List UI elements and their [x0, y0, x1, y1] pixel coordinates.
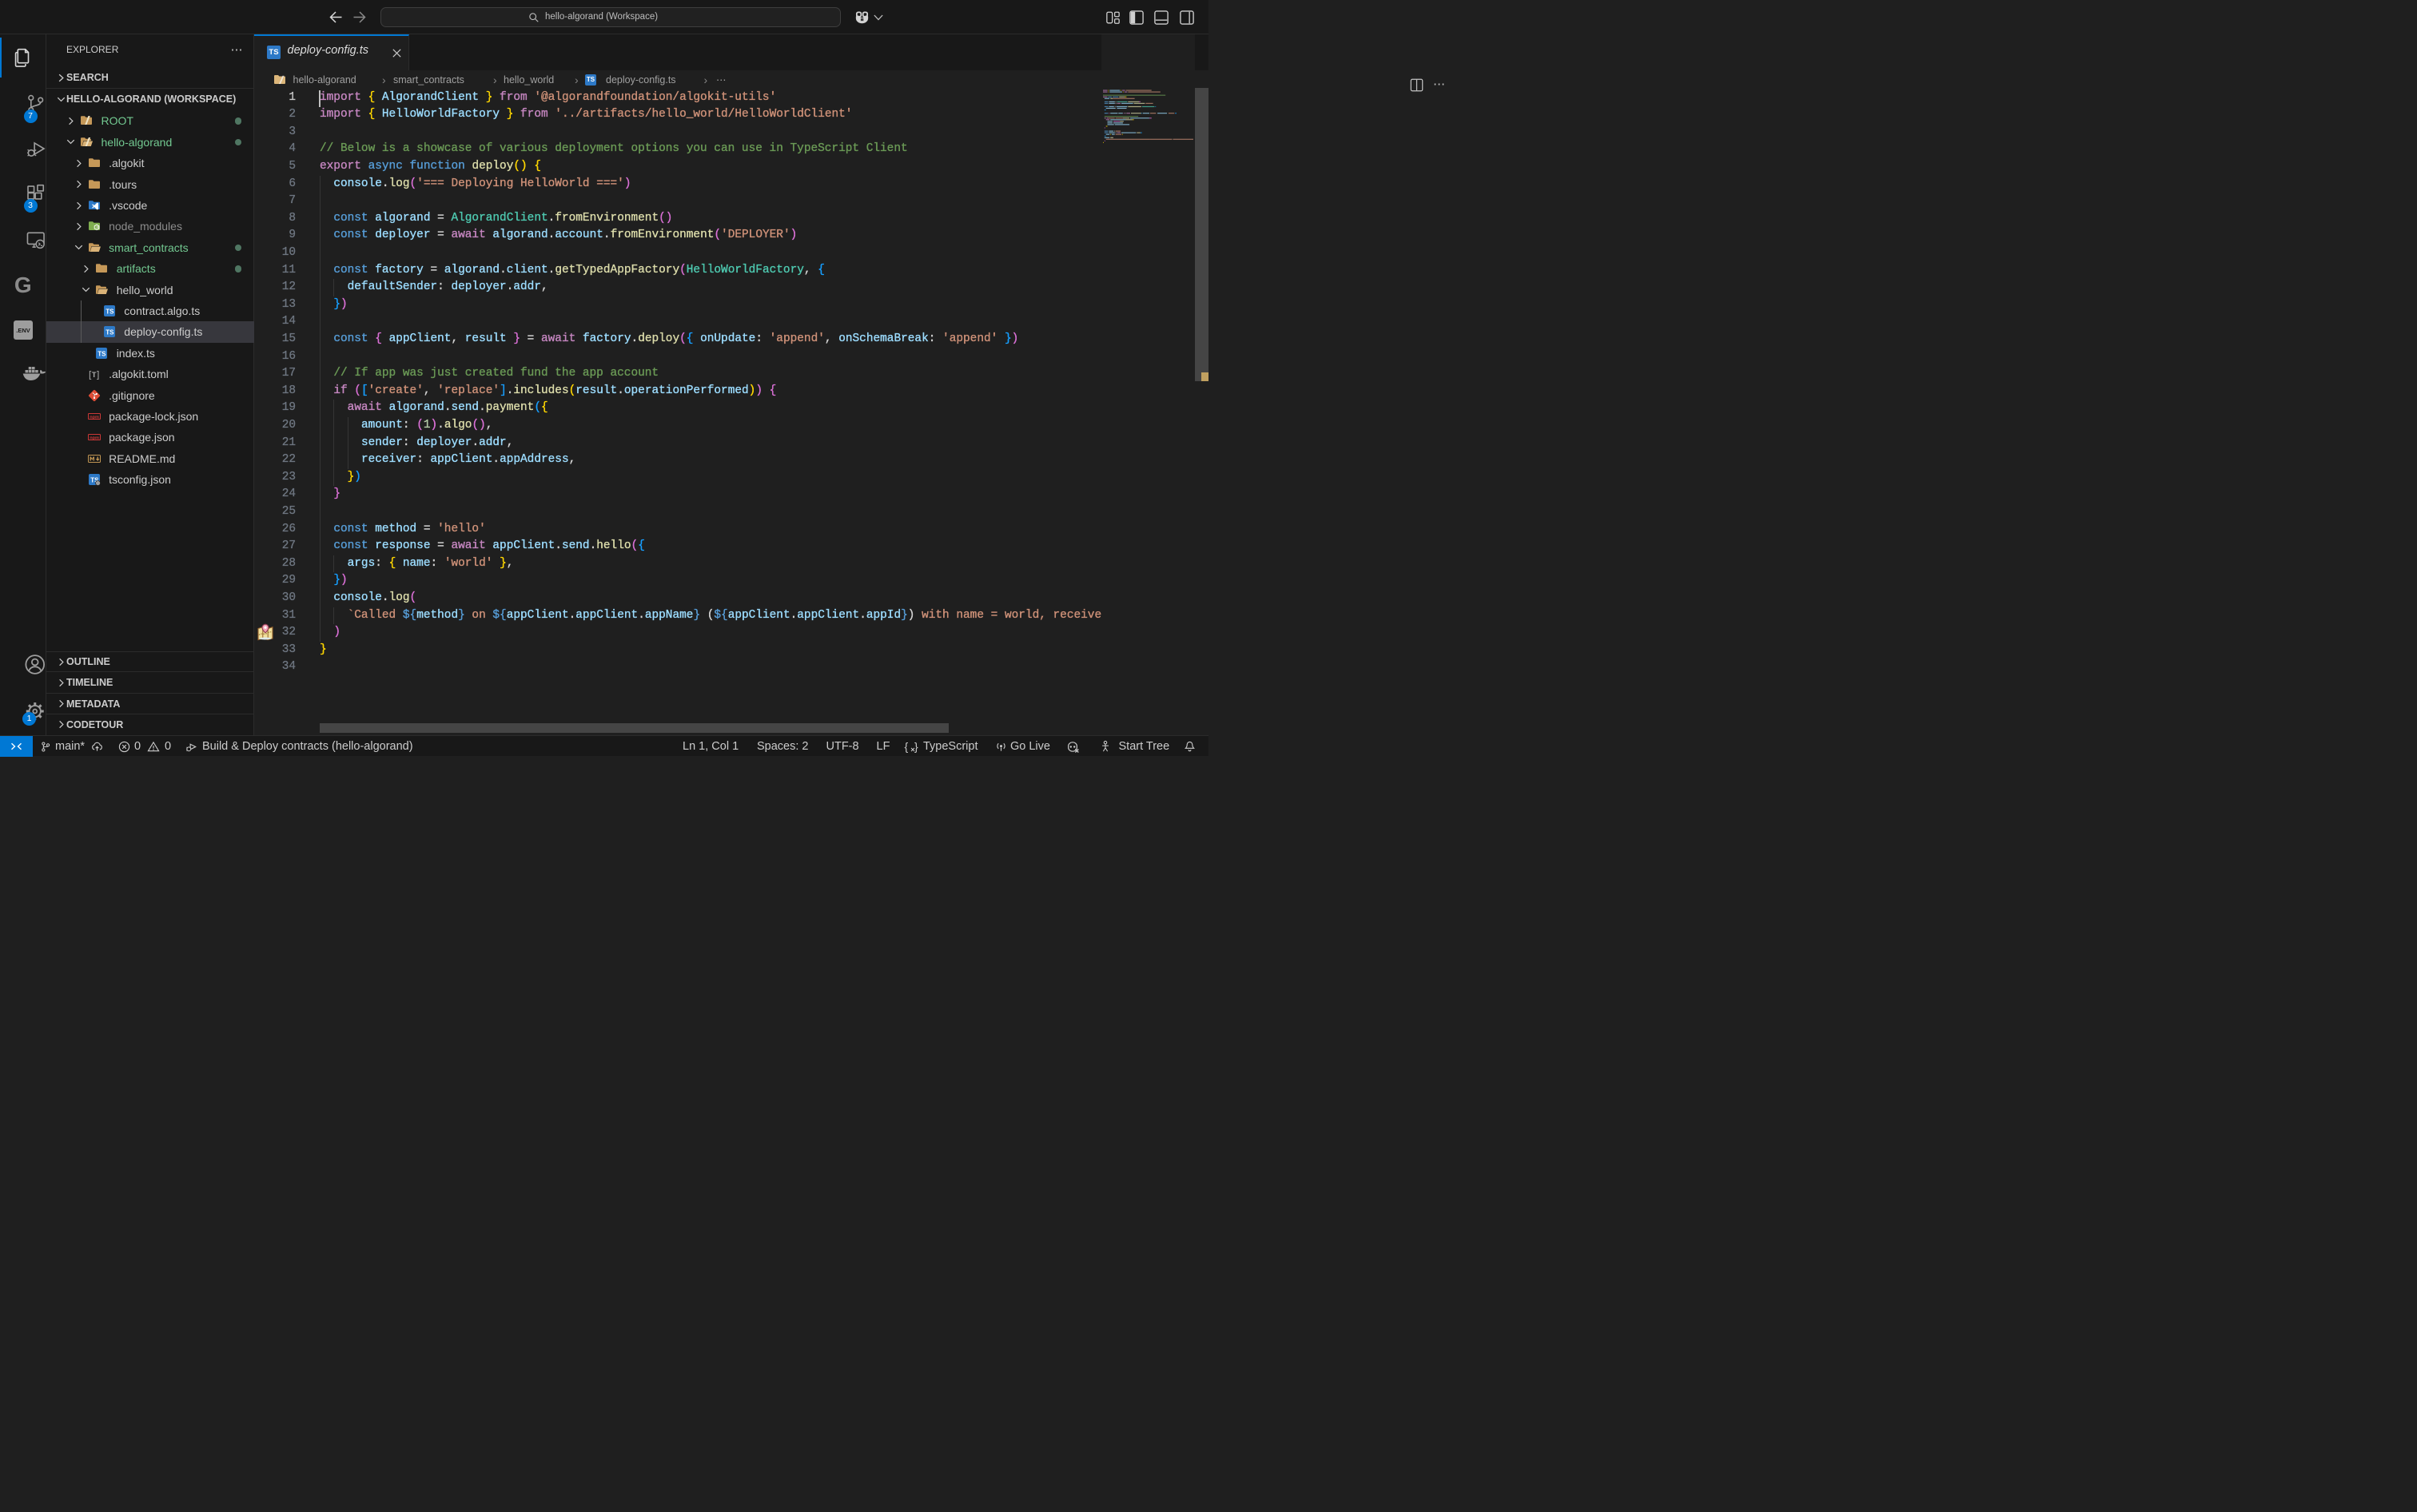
svg-text:npm: npm	[90, 436, 99, 441]
svg-text:T: T	[91, 371, 96, 380]
svg-text:TS: TS	[106, 329, 114, 336]
svg-text:TS: TS	[106, 308, 114, 316]
svg-text:]: ]	[97, 369, 99, 380]
svg-text:npm: npm	[90, 415, 99, 420]
svg-text:JS: JS	[95, 225, 99, 229]
svg-text:TS: TS	[98, 350, 106, 357]
